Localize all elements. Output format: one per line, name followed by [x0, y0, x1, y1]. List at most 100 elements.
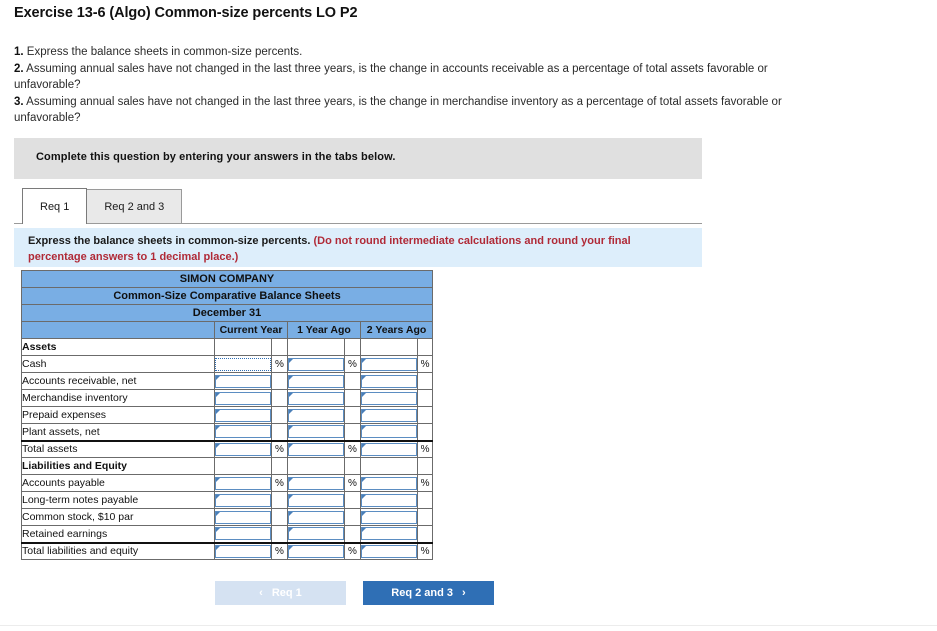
percent-input[interactable]: [215, 544, 271, 558]
table-row: Liabilities and Equity: [21, 457, 434, 475]
value-cell[interactable]: [360, 355, 418, 373]
value-cell[interactable]: [214, 406, 272, 424]
value-cell[interactable]: [214, 355, 272, 373]
value-cell[interactable]: [287, 423, 345, 441]
percent-symbol-cell: %: [271, 439, 288, 458]
percent-symbol-cell: [416, 457, 434, 475]
percent-symbol-cell: [416, 406, 434, 424]
percent-input[interactable]: [288, 493, 344, 507]
value-cell[interactable]: [214, 439, 272, 458]
value-cell[interactable]: [287, 439, 345, 458]
percent-input[interactable]: [215, 374, 271, 388]
percent-symbol-cell: %: [416, 355, 434, 373]
tab-req-1[interactable]: Req 1: [22, 188, 88, 224]
percent-input[interactable]: [361, 510, 417, 524]
value-cell[interactable]: [360, 406, 418, 424]
tab-req-2-and-3[interactable]: Req 2 and 3: [86, 189, 183, 224]
percent-input[interactable]: [215, 493, 271, 507]
table-row: Plant assets, net: [21, 423, 434, 441]
percent-symbol-cell: [271, 406, 288, 424]
value-cell[interactable]: [360, 491, 418, 509]
table-body: SIMON COMPANY Common-Size Comparative Ba…: [20, 270, 434, 560]
cell-corner-marker-icon: [216, 511, 220, 516]
next-button-label: Req 2 and 3: [391, 587, 454, 599]
value-cell[interactable]: [287, 491, 345, 509]
prev-req-1-button[interactable]: ‹ Req 1: [215, 581, 346, 605]
value-cell[interactable]: [360, 389, 418, 407]
value-cell[interactable]: [360, 541, 418, 560]
percent-input[interactable]: [288, 357, 344, 371]
value-cell[interactable]: [287, 372, 345, 390]
value-cell[interactable]: [214, 474, 272, 492]
percent-input[interactable]: [361, 425, 417, 439]
question-text-1: Express the balance sheets in common-siz…: [23, 46, 303, 58]
percent-input[interactable]: [288, 442, 344, 456]
percent-input[interactable]: [361, 442, 417, 456]
requirement-tabs: Req 1 Req 2 and 3: [22, 188, 183, 224]
percent-input[interactable]: [215, 425, 271, 439]
cell-corner-marker-icon: [362, 528, 366, 533]
percent-input[interactable]: [215, 510, 271, 524]
value-cell[interactable]: [214, 491, 272, 509]
percent-input[interactable]: [288, 544, 344, 558]
percent-input[interactable]: [288, 476, 344, 490]
percent-input[interactable]: [288, 425, 344, 439]
percent-symbol-cell: %: [271, 474, 288, 492]
percent-symbol-cell: %: [344, 439, 361, 458]
percent-input[interactable]: [215, 391, 271, 405]
cell-corner-marker-icon: [289, 494, 293, 499]
cell-corner-marker-icon: [362, 409, 366, 414]
value-cell[interactable]: [287, 406, 345, 424]
value-cell[interactable]: [287, 541, 345, 560]
percent-input[interactable]: [215, 527, 271, 541]
value-cell[interactable]: [360, 525, 418, 543]
question-number-3: 3.: [14, 95, 24, 108]
row-label: Common stock, $10 par: [21, 508, 215, 526]
percent-input[interactable]: [215, 442, 271, 456]
percent-input[interactable]: [361, 476, 417, 490]
value-cell[interactable]: [287, 389, 345, 407]
percent-symbol-cell: [271, 525, 288, 543]
cell-corner-marker-icon: [289, 477, 293, 482]
value-cell[interactable]: [214, 389, 272, 407]
percent-input[interactable]: [288, 391, 344, 405]
value-cell[interactable]: [214, 541, 272, 560]
cell-corner-marker-icon: [216, 392, 220, 397]
percent-input[interactable]: [215, 357, 271, 371]
value-cell[interactable]: [360, 508, 418, 526]
row-label: Prepaid expenses: [21, 406, 215, 424]
value-cell[interactable]: [287, 525, 345, 543]
percent-input[interactable]: [361, 544, 417, 558]
percent-symbol-cell: [416, 389, 434, 407]
percent-input[interactable]: [361, 527, 417, 541]
value-cell[interactable]: [287, 508, 345, 526]
percent-input[interactable]: [361, 374, 417, 388]
percent-input[interactable]: [361, 408, 417, 422]
percent-input[interactable]: [288, 374, 344, 388]
percent-input[interactable]: [361, 391, 417, 405]
percent-input[interactable]: [361, 357, 417, 371]
percent-input[interactable]: [288, 510, 344, 524]
question-list: 1. Express the balance sheets in common-…: [14, 44, 804, 127]
value-cell[interactable]: [214, 525, 272, 543]
percent-input[interactable]: [288, 527, 344, 541]
percent-symbol-cell: [271, 508, 288, 526]
value-cell[interactable]: [214, 508, 272, 526]
percent-input[interactable]: [215, 408, 271, 422]
value-cell: [360, 457, 418, 475]
value-cell[interactable]: [287, 474, 345, 492]
value-cell[interactable]: [360, 372, 418, 390]
percent-input[interactable]: [361, 493, 417, 507]
percent-input[interactable]: [288, 408, 344, 422]
value-cell[interactable]: [214, 423, 272, 441]
percent-input[interactable]: [215, 476, 271, 490]
value-cell[interactable]: [214, 372, 272, 390]
percent-symbol-cell: [271, 338, 288, 356]
table-row: Cash%%%: [21, 355, 434, 373]
value-cell[interactable]: [287, 355, 345, 373]
value-cell[interactable]: [360, 423, 418, 441]
cell-corner-marker-icon: [362, 545, 366, 550]
value-cell[interactable]: [360, 439, 418, 458]
value-cell[interactable]: [360, 474, 418, 492]
next-req-2-and-3-button[interactable]: Req 2 and 3 ›: [363, 581, 494, 605]
